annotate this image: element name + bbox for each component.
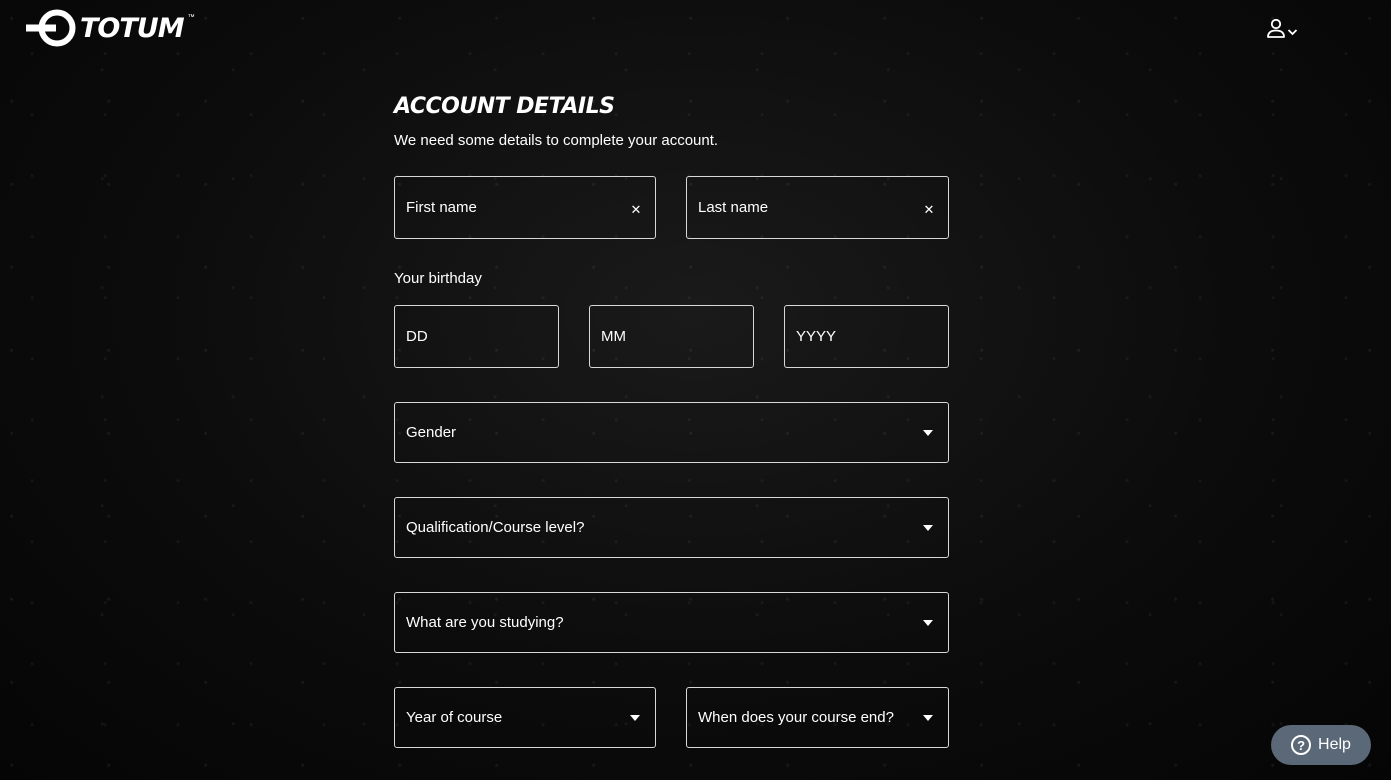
page-subtitle: We need some details to complete your ac… bbox=[394, 132, 719, 149]
dropdown-caret-icon bbox=[923, 524, 933, 531]
account-details-form: ACCOUNT DETAILS We need some details to … bbox=[394, 92, 949, 150]
qualification-select[interactable]: Qualification/Course level? bbox=[394, 497, 949, 558]
dropdown-caret-icon bbox=[923, 429, 933, 436]
birthday-label: Your birthday bbox=[394, 270, 482, 287]
birthday-month-placeholder: MM bbox=[601, 328, 626, 345]
course-end-select[interactable]: When does your course end? bbox=[686, 687, 949, 748]
birthday-month-field[interactable]: MM bbox=[589, 305, 754, 368]
gender-placeholder: Gender bbox=[406, 424, 457, 441]
dropdown-caret-icon bbox=[923, 714, 933, 721]
qualification-placeholder: Qualification/Course level? bbox=[406, 519, 585, 536]
first-name-field[interactable]: First name ✕ bbox=[394, 176, 656, 239]
studying-select[interactable]: What are you studying? bbox=[394, 592, 949, 653]
close-icon[interactable]: ✕ bbox=[617, 198, 655, 218]
help-icon: ? bbox=[1291, 735, 1312, 755]
brand-trademark: ™ bbox=[187, 14, 195, 21]
course-end-placeholder: When does your course end? bbox=[698, 709, 894, 726]
birthday-day-placeholder: DD bbox=[406, 328, 428, 345]
first-name-placeholder: First name bbox=[406, 199, 477, 216]
birthday-day-field[interactable]: DD bbox=[394, 305, 559, 368]
dropdown-caret-icon bbox=[630, 714, 640, 721]
help-label: Help bbox=[1318, 736, 1351, 753]
studying-placeholder: What are you studying? bbox=[406, 614, 564, 631]
totum-logo[interactable]: TOTUM ™ bbox=[26, 8, 195, 48]
page-title: ACCOUNT DETAILS bbox=[394, 94, 615, 119]
chevron-down-icon bbox=[1287, 29, 1298, 36]
gender-select[interactable]: Gender bbox=[394, 402, 949, 463]
birthday-year-placeholder: YYYY bbox=[796, 328, 837, 345]
last-name-placeholder: Last name bbox=[698, 199, 769, 216]
dropdown-caret-icon bbox=[923, 619, 933, 626]
year-of-course-placeholder: Year of course bbox=[406, 709, 503, 726]
year-of-course-select[interactable]: Year of course bbox=[394, 687, 656, 748]
help-button[interactable]: ? Help bbox=[1271, 725, 1371, 765]
birthday-year-field[interactable]: YYYY bbox=[784, 305, 949, 368]
last-name-field[interactable]: Last name ✕ bbox=[686, 176, 949, 239]
brand-name: TOTUM bbox=[80, 12, 185, 44]
user-icon bbox=[1267, 18, 1285, 38]
account-menu-button[interactable] bbox=[1266, 18, 1298, 40]
close-icon[interactable]: ✕ bbox=[910, 198, 948, 218]
totum-logo-icon bbox=[26, 9, 76, 47]
